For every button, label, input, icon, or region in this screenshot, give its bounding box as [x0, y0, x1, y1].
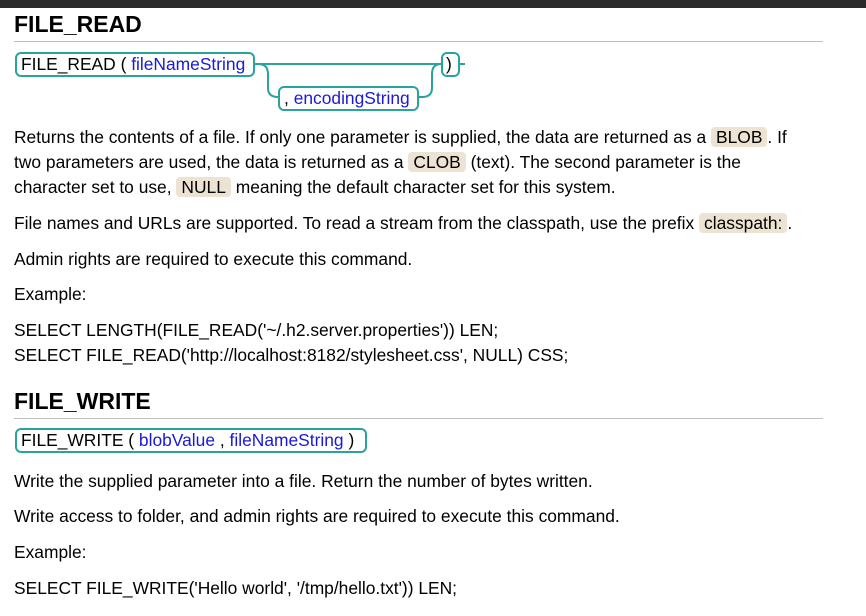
file-read-desc-line1: Returns the contents of a file. If only … [14, 125, 787, 150]
file-read-example-1: SELECT LENGTH(FILE_READ('~/.h2.server.pr… [14, 320, 499, 340]
text-seg: . [787, 213, 793, 233]
text-seg: (text). The second parameter is the [470, 152, 741, 172]
code-null: NULL [176, 177, 231, 197]
close-paren: ) [348, 430, 355, 450]
file-write-desc2: Write access to folder, and admin rights… [14, 506, 620, 526]
text-seg: character set to use, [14, 177, 172, 197]
text-seg: two parameters are used, the data is ret… [14, 152, 404, 172]
file-write-heading: FILE_WRITE [14, 388, 151, 414]
param-filename-link[interactable]: fileNameString [230, 430, 344, 450]
file-write-example-1: SELECT FILE_WRITE('Hello world', '/tmp/h… [14, 578, 458, 598]
file-write-syntax-box: FILE_WRITE ( blobValue , fileNameString … [15, 428, 367, 453]
text-seg: File names and URLs are supported. To re… [14, 213, 695, 233]
file-read-syntax-box: FILE_READ ( fileNameString [15, 52, 255, 77]
file-read-desc-line2: two parameters are used, the data is ret… [14, 150, 741, 175]
param-encoding-link[interactable]: encodingString [294, 88, 410, 108]
param-blob-link[interactable]: blobValue [139, 430, 215, 450]
comma: , [219, 430, 225, 450]
file-write-rule [14, 418, 823, 419]
file-read-admin: Admin rights are required to execute thi… [14, 249, 413, 269]
text-seg: Returns the contents of a file. If only … [14, 127, 707, 147]
code-clob: CLOB [408, 152, 466, 172]
file-read-example-label: Example: [14, 284, 87, 304]
file-read-desc-line3: character set to use, NULL meaning the d… [14, 175, 616, 200]
file-read-close-box: ) [441, 52, 460, 77]
func-name: FILE_READ [21, 54, 116, 74]
text-seg: meaning the default character set for th… [235, 177, 616, 197]
param-filename-link[interactable]: fileNameString [131, 54, 245, 74]
file-read-example-2: SELECT FILE_READ('http://localhost:8182/… [14, 345, 569, 365]
file-read-optional-box: , encodingString [278, 86, 419, 111]
file-write-example-label: Example: [14, 542, 87, 562]
code-classpath: classpath: [699, 213, 788, 233]
file-write-desc1: Write the supplied parameter into a file… [14, 471, 593, 491]
text-seg: . If [767, 127, 787, 147]
close-paren: ) [446, 54, 452, 74]
func-name: FILE_WRITE [21, 430, 124, 450]
file-read-desc2: File names and URLs are supported. To re… [14, 211, 792, 236]
open-paren: ( [120, 54, 127, 74]
code-blob: BLOB [711, 127, 768, 147]
open-paren: ( [128, 430, 135, 450]
comma: , [284, 88, 289, 108]
